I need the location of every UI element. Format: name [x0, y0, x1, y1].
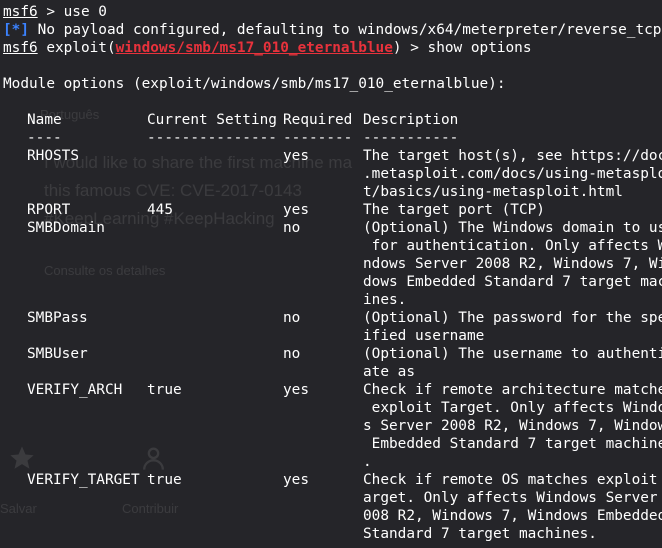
option-name: SMBPass [27, 310, 88, 326]
option-setting: true [147, 472, 182, 488]
option-setting: true [147, 382, 182, 398]
ghost-contribute-label: Contribuir [122, 501, 179, 516]
option-required: yes [283, 472, 309, 488]
header-name: Name [27, 112, 62, 128]
option-description: Check if remote OS matches exploit T [363, 472, 662, 488]
ghost-details-link: Consulte os detalhes [44, 263, 166, 278]
module-options-title: Module options (exploit/windows/smb/ms17… [3, 76, 506, 92]
option-description: (Optional) The Windows domain to use [363, 220, 662, 236]
option-setting: 445 [147, 202, 173, 218]
msf-prompt: msf6 [3, 4, 38, 20]
header-required: Required [283, 112, 353, 128]
msf-prompt: msf6 [3, 40, 38, 56]
info-text: No payload configured, defaulting to win… [29, 22, 662, 38]
option-description: t/basics/using-metasploit.html [363, 184, 623, 200]
header-underline-name: ---- [27, 130, 62, 146]
option-required: yes [283, 382, 309, 398]
terminal-window[interactable]: Português I would like to share the firs… [0, 0, 662, 548]
header-underline-setting: --------------- [147, 130, 277, 146]
option-description: ified username [363, 328, 485, 344]
prompt-line-use: msf6 > use 0 [3, 3, 107, 21]
ghost-save-label: Salvar [0, 501, 37, 516]
option-name: SMBDomain [27, 220, 105, 236]
option-description: for authentication. Only affects Wi [363, 238, 662, 254]
option-name: VERIFY_TARGET [27, 472, 140, 488]
option-required: yes [283, 148, 309, 164]
option-description: 008 R2, Windows 7, Windows Embedded [363, 508, 662, 524]
option-required: no [283, 310, 301, 326]
option-name: VERIFY_ARCH [27, 382, 123, 398]
info-tag: [*] [3, 22, 29, 38]
header-underline-description: ----------- [363, 130, 459, 146]
option-description: .metasploit.com/docs/using-metasploi [363, 166, 662, 182]
option-description: Embedded Standard 7 target machines [363, 436, 662, 452]
option-description: The target host(s), see https://docs [363, 148, 662, 164]
option-description: ate as [363, 364, 415, 380]
command-text: > use 0 [37, 4, 107, 20]
option-name: RHOSTS [27, 148, 79, 164]
option-description: Standard 7 target machines. [363, 526, 597, 542]
option-description: (Optional) The username to authentic [363, 346, 662, 362]
option-description: exploit Target. Only affects Window [363, 400, 662, 416]
option-description: dows Embedded Standard 7 target mach [363, 274, 662, 290]
ghost-people-icon [143, 447, 164, 470]
header-description: Description [363, 112, 459, 128]
header-current-setting: Current Setting [147, 112, 277, 128]
option-description: Check if remote architecture matches [363, 382, 662, 398]
header-underline-required: -------- [283, 130, 353, 146]
info-line-payload: [*] No payload configured, defaulting to… [3, 21, 661, 39]
ghost-star-icon [10, 446, 34, 469]
option-description: arget. Only affects Windows Server 2 [363, 490, 662, 506]
prompt-line-show-options: msf6 exploit(windows/smb/ms17_010_eterna… [3, 39, 532, 57]
option-description: ines. [363, 292, 407, 308]
option-description: ndows Server 2008 R2, Windows 7, Win [363, 256, 662, 272]
option-description: (Optional) The password for the spec [363, 310, 662, 326]
exploit-prefix: exploit( [37, 40, 116, 56]
option-description: The target port (TCP) [363, 202, 545, 218]
option-required: no [283, 220, 301, 236]
option-name: RPORT [27, 202, 71, 218]
option-name: SMBUser [27, 346, 88, 362]
option-required: yes [283, 202, 309, 218]
command-text: ) > show options [392, 40, 532, 56]
option-description: s Server 2008 R2, Windows 7, Windows [363, 418, 662, 434]
ghost-share-text-2: this famous CVE: CVE-2017-0143 [44, 181, 302, 200]
option-required: no [283, 346, 301, 362]
module-name: windows/smb/ms17_010_eternalblue [115, 40, 393, 56]
option-description: . [363, 454, 372, 470]
